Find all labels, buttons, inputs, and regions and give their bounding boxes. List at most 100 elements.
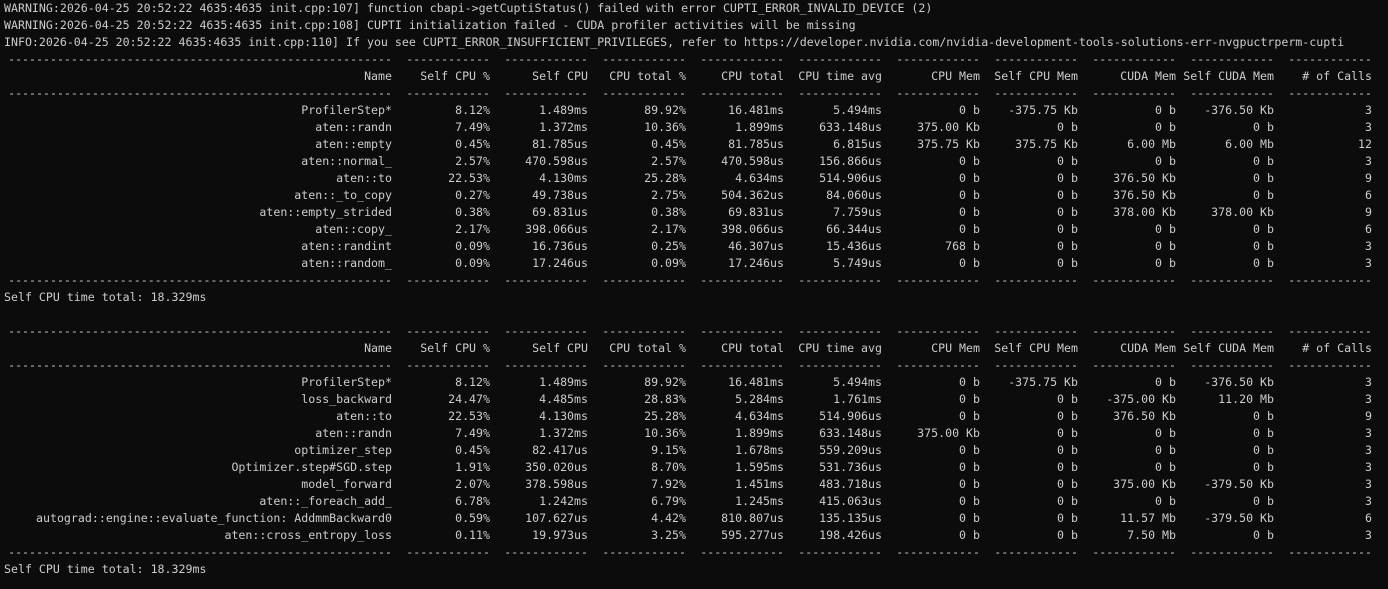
data-cell: 19.973us bbox=[532, 528, 588, 542]
data-cell: 0 b bbox=[959, 154, 980, 168]
header-cell: Self CPU % bbox=[420, 341, 490, 355]
data-cell: 0.27% bbox=[455, 188, 490, 202]
table-separator: ------------ ------------ ------------ ----… bbox=[4, 51, 1388, 68]
data-cell: 3 bbox=[1365, 154, 1372, 168]
data-cell: 107.627us bbox=[525, 511, 588, 525]
data-cell: aten::cross_entropy_loss bbox=[224, 528, 392, 542]
separator-cell: ------------ bbox=[994, 358, 1078, 372]
data-cell: 378.598us bbox=[525, 477, 588, 491]
header-cell: Self CUDA Mem bbox=[1183, 341, 1274, 355]
separator-cell: ------------ bbox=[896, 273, 980, 287]
data-cell: 66.344us bbox=[826, 222, 882, 236]
header-cell: Name bbox=[364, 341, 392, 355]
data-cell: 3 bbox=[1365, 460, 1372, 474]
data-cell: 3 bbox=[1365, 443, 1372, 457]
header-cell: Self CPU Mem bbox=[994, 341, 1078, 355]
separator-cell: ------------ bbox=[798, 545, 882, 559]
data-cell: 0 b bbox=[1253, 528, 1274, 542]
data-cell: 4.130ms bbox=[539, 409, 588, 423]
terminal-output: WARNING:2026-04-25 20:52:22 4635:4635 in… bbox=[4, 0, 1388, 589]
header-cell: Self CPU % bbox=[420, 69, 490, 83]
separator-cell: ------------ bbox=[602, 324, 686, 338]
separator-cell: ------------ bbox=[798, 52, 882, 66]
data-cell: 3 bbox=[1365, 256, 1372, 270]
header-cell: CPU total % bbox=[609, 69, 686, 83]
data-cell: 0 b bbox=[959, 171, 980, 185]
data-cell: 1.899ms bbox=[735, 426, 784, 440]
separator-cell: ------------ bbox=[1092, 358, 1176, 372]
data-cell: 0 b bbox=[959, 528, 980, 542]
data-cell: 0 b bbox=[959, 188, 980, 202]
data-cell: 0 b bbox=[1155, 154, 1176, 168]
header-cell: CUDA Mem bbox=[1120, 69, 1176, 83]
separator-cell: ----------------------------------------… bbox=[8, 273, 392, 287]
data-cell: ProfilerStep* bbox=[301, 103, 392, 117]
data-cell: autograd::engine::evaluate_function: Add… bbox=[36, 511, 392, 525]
separator-cell: ------------ bbox=[1288, 324, 1372, 338]
data-cell: 375.75 Kb bbox=[917, 137, 980, 151]
separator-cell: ------------ bbox=[504, 545, 588, 559]
separator-cell: ------------ bbox=[798, 273, 882, 287]
data-cell: 375.00 Kb bbox=[917, 426, 980, 440]
table-row: aten::copy_ 2.17% 398.066us 2.17% 398.066us 6… bbox=[4, 221, 1388, 238]
data-cell: 0.45% bbox=[651, 137, 686, 151]
data-cell: 17.246us bbox=[728, 256, 784, 270]
separator-cell: ------------ bbox=[602, 545, 686, 559]
table-separator: ------------ ------------ ------------ ----… bbox=[4, 323, 1388, 340]
data-cell: 376.50 Kb bbox=[1113, 409, 1176, 423]
separator-cell: ------------ bbox=[406, 273, 490, 287]
separator-cell: ------------ bbox=[700, 52, 784, 66]
profiler-tables: ------------ ------------ ------------ ----… bbox=[4, 51, 1388, 578]
data-cell: 350.020us bbox=[525, 460, 588, 474]
data-cell: 0 b bbox=[1155, 375, 1176, 389]
data-cell: 531.736us bbox=[819, 460, 882, 474]
profiler-table: ------------ ------------ ------------ ----… bbox=[4, 51, 1388, 306]
table-row: aten::_foreach_add_ 6.78% 1.242ms 6.79% 1.24… bbox=[4, 493, 1388, 510]
header-cell: Self CPU bbox=[532, 69, 588, 83]
data-cell: 595.277us bbox=[721, 528, 784, 542]
data-cell: 2.17% bbox=[651, 222, 686, 236]
data-cell: 6.815us bbox=[833, 137, 882, 151]
log-line: WARNING:2026-04-25 20:52:22 4635:4635 in… bbox=[4, 18, 856, 32]
data-cell: -375.75 Kb bbox=[1008, 103, 1078, 117]
data-cell: 0 b bbox=[1057, 171, 1078, 185]
data-cell: 4.42% bbox=[651, 511, 686, 525]
data-cell: 6.78% bbox=[455, 494, 490, 508]
table-row: ProfilerStep* 8.12% 1.489ms 89.92% 16.481ms 5… bbox=[4, 102, 1388, 119]
data-cell: 156.866us bbox=[819, 154, 882, 168]
data-cell: 0 b bbox=[1057, 426, 1078, 440]
table-row: aten::random_ 0.09% 17.246us 0.09% 17.246us 5… bbox=[4, 255, 1388, 272]
self-cpu-time-total: Self CPU time total: 18.329ms bbox=[4, 290, 207, 304]
data-cell: 9.15% bbox=[651, 443, 686, 457]
data-cell: 3 bbox=[1365, 103, 1372, 117]
table-row: aten::empty_strided 0.38% 69.831us 0.38% 69.… bbox=[4, 204, 1388, 221]
self-cpu-time-total: Self CPU time total: 18.329ms bbox=[4, 562, 207, 576]
data-cell: -376.50 Kb bbox=[1204, 103, 1274, 117]
data-cell: 810.807us bbox=[721, 511, 784, 525]
data-cell: aten::randn bbox=[315, 120, 392, 134]
data-cell: 0 b bbox=[1155, 120, 1176, 134]
separator-cell: ----------------------------------------… bbox=[8, 358, 392, 372]
data-cell: 7.49% bbox=[455, 426, 490, 440]
data-cell: 3 bbox=[1365, 426, 1372, 440]
data-cell: 0 b bbox=[1155, 256, 1176, 270]
data-cell: 0 b bbox=[1253, 409, 1274, 423]
table-row: autograd::engine::evaluate_function: Add… bbox=[4, 510, 1388, 527]
data-cell: 0 b bbox=[1057, 528, 1078, 542]
data-cell: 0 b bbox=[1057, 409, 1078, 423]
data-cell: 633.148us bbox=[819, 426, 882, 440]
data-cell: 6.00 Mb bbox=[1127, 137, 1176, 151]
header-cell: CPU total bbox=[721, 341, 784, 355]
data-cell: 7.759us bbox=[833, 205, 882, 219]
data-cell: aten::_to_copy bbox=[294, 188, 392, 202]
data-cell: 25.28% bbox=[644, 171, 686, 185]
separator-cell: ------------ bbox=[602, 273, 686, 287]
data-cell: ProfilerStep* bbox=[301, 375, 392, 389]
separator-cell: ------------ bbox=[1092, 273, 1176, 287]
data-cell: 2.07% bbox=[455, 477, 490, 491]
data-cell: 6 bbox=[1365, 188, 1372, 202]
data-cell: 1.242ms bbox=[539, 494, 588, 508]
header-cell: CPU total % bbox=[609, 341, 686, 355]
separator-cell: ------------ bbox=[504, 273, 588, 287]
data-cell: 0 b bbox=[1057, 460, 1078, 474]
